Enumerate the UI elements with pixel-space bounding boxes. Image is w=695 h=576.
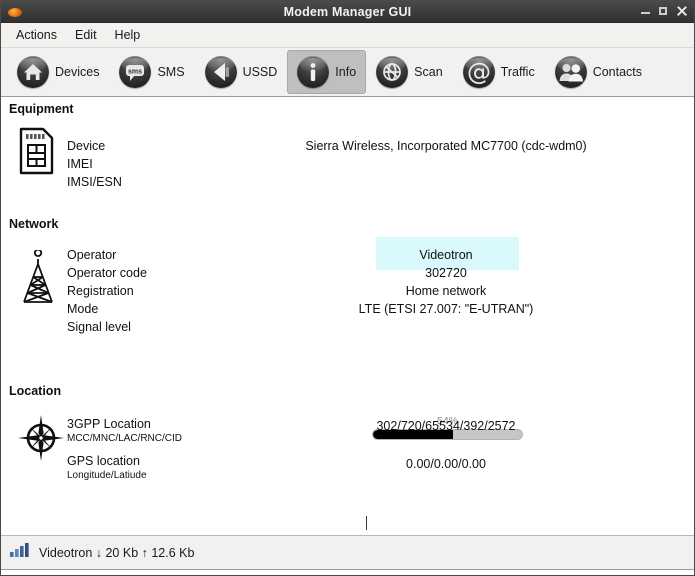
flame-icon — [7, 4, 23, 20]
toolbar-label-info: Info — [335, 65, 357, 79]
toolbar-label-ussd: USSD — [242, 65, 278, 79]
network-value-operator-code: 302720 — [425, 266, 467, 280]
sim-card-icon — [19, 127, 55, 180]
network-label-operator-code: Operator code — [67, 266, 147, 280]
equipment-values: Sierra Wireless, Incorporated MC7700 (cd… — [301, 137, 591, 191]
network-label-signal-level: Signal level — [67, 320, 131, 334]
location-value-gps: 0.00/0.00/0.00 — [406, 457, 486, 471]
modem-manager-window: Modem Manager GUI Actions Edit Help Devi… — [0, 0, 695, 576]
signal-bars-icon — [9, 542, 31, 563]
equipment-value-imei — [301, 155, 591, 173]
maximize-icon[interactable] — [658, 6, 669, 17]
menu-item-help[interactable]: Help — [106, 25, 150, 45]
home-icon — [17, 56, 49, 88]
location-value-3gpp: 302/720/65534/392/2572 — [376, 419, 516, 433]
network-value-registration: Home network — [405, 284, 487, 298]
minimize-icon[interactable] — [640, 6, 651, 17]
window-bottom-edge — [1, 569, 694, 575]
network-label-mode: Mode — [67, 302, 99, 316]
sms-icon: sms — [119, 56, 152, 88]
toolbar-button-scan[interactable]: Scan — [366, 50, 453, 94]
status-bar: Videotron ↓ 20 Kb ↑ 12.6 Kb — [1, 535, 694, 569]
network-label-registration: Registration — [67, 284, 134, 298]
status-bar-text: Videotron ↓ 20 Kb ↑ 12.6 Kb — [39, 545, 195, 560]
info-panel: Equipment Device IMEI IMSI/ESN Sierra Wi… — [1, 97, 694, 535]
equipment-label-device: Device — [67, 139, 106, 153]
equipment-label-imei: IMEI — [67, 157, 93, 171]
equipment-title: Equipment — [9, 102, 74, 116]
svg-text:sms: sms — [128, 69, 142, 76]
menu-bar: Actions Edit Help — [1, 23, 694, 48]
cell-tower-icon — [19, 248, 57, 311]
network-value-operator: Videotron — [419, 248, 473, 262]
globe-icon — [376, 56, 409, 88]
toolbar-button-traffic[interactable]: @ Traffic — [453, 50, 545, 94]
window-controls — [640, 6, 694, 17]
network-labels: Operator Operator code Registration Mode… — [67, 246, 147, 336]
menu-item-actions[interactable]: Actions — [7, 25, 66, 45]
equipment-section: Equipment Device IMEI IMSI/ESN Sierra Wi… — [1, 102, 694, 189]
equipment-value-imsi-esn — [301, 173, 591, 191]
title-bar: Modem Manager GUI — [1, 1, 694, 23]
location-values: 302/720/65534/392/2572 0.00/0.00/0.00 — [301, 417, 591, 473]
location-label-3gpp: 3GPP Location — [67, 417, 151, 431]
location-sublabel-3gpp: MCC/MNC/LAC/RNC/CID — [67, 433, 182, 444]
location-sublabel-gps: Longitude/Latiude — [67, 470, 147, 481]
toolbar-button-sms[interactable]: sms SMS — [109, 50, 194, 94]
location-section: Location 3GPP Location MCC/MNC/LAC/RNC/C… — [1, 384, 694, 491]
toolbar: Devices sms SMS USSD Info Scan @ Traffic… — [1, 48, 694, 97]
at-icon: @ — [462, 56, 495, 88]
compass-icon — [17, 413, 65, 468]
svg-text:@: @ — [467, 58, 491, 86]
toolbar-label-scan: Scan — [414, 65, 443, 79]
toolbar-button-devices[interactable]: Devices — [7, 50, 109, 94]
contacts-icon — [554, 56, 587, 88]
location-title: Location — [9, 384, 62, 398]
network-value-mode: LTE (ETSI 27.007: "E-UTRAN") — [358, 302, 534, 316]
window-title: Modem Manager GUI — [283, 4, 412, 19]
ussd-icon — [204, 56, 237, 88]
network-values: Videotron 302720 Home network LTE (ETSI … — [301, 246, 591, 318]
equipment-labels: Device IMEI IMSI/ESN — [67, 137, 122, 191]
toolbar-label-traffic: Traffic — [500, 65, 535, 79]
text-caret — [366, 516, 367, 530]
network-section: Network Operator Operator code Registrat… — [1, 217, 694, 344]
location-label-gps: GPS location — [67, 454, 140, 468]
toolbar-button-info[interactable]: Info — [287, 50, 367, 94]
toolbar-label-devices: Devices — [55, 65, 100, 79]
close-icon[interactable] — [676, 6, 687, 17]
toolbar-button-contacts[interactable]: Contacts — [545, 50, 652, 94]
location-labels: 3GPP Location MCC/MNC/LAC/RNC/CID GPS lo… — [67, 415, 182, 482]
toolbar-label-sms: SMS — [157, 65, 185, 79]
menu-item-edit[interactable]: Edit — [66, 25, 106, 45]
toolbar-label-contacts: Contacts — [592, 65, 643, 79]
equipment-value-device: Sierra Wireless, Incorporated MC7700 (cd… — [305, 139, 587, 153]
network-title: Network — [9, 217, 59, 231]
toolbar-button-ussd[interactable]: USSD — [195, 50, 288, 94]
equipment-label-imsi-esn: IMSI/ESN — [67, 175, 122, 189]
network-label-operator: Operator — [67, 248, 117, 262]
info-icon — [297, 56, 330, 88]
